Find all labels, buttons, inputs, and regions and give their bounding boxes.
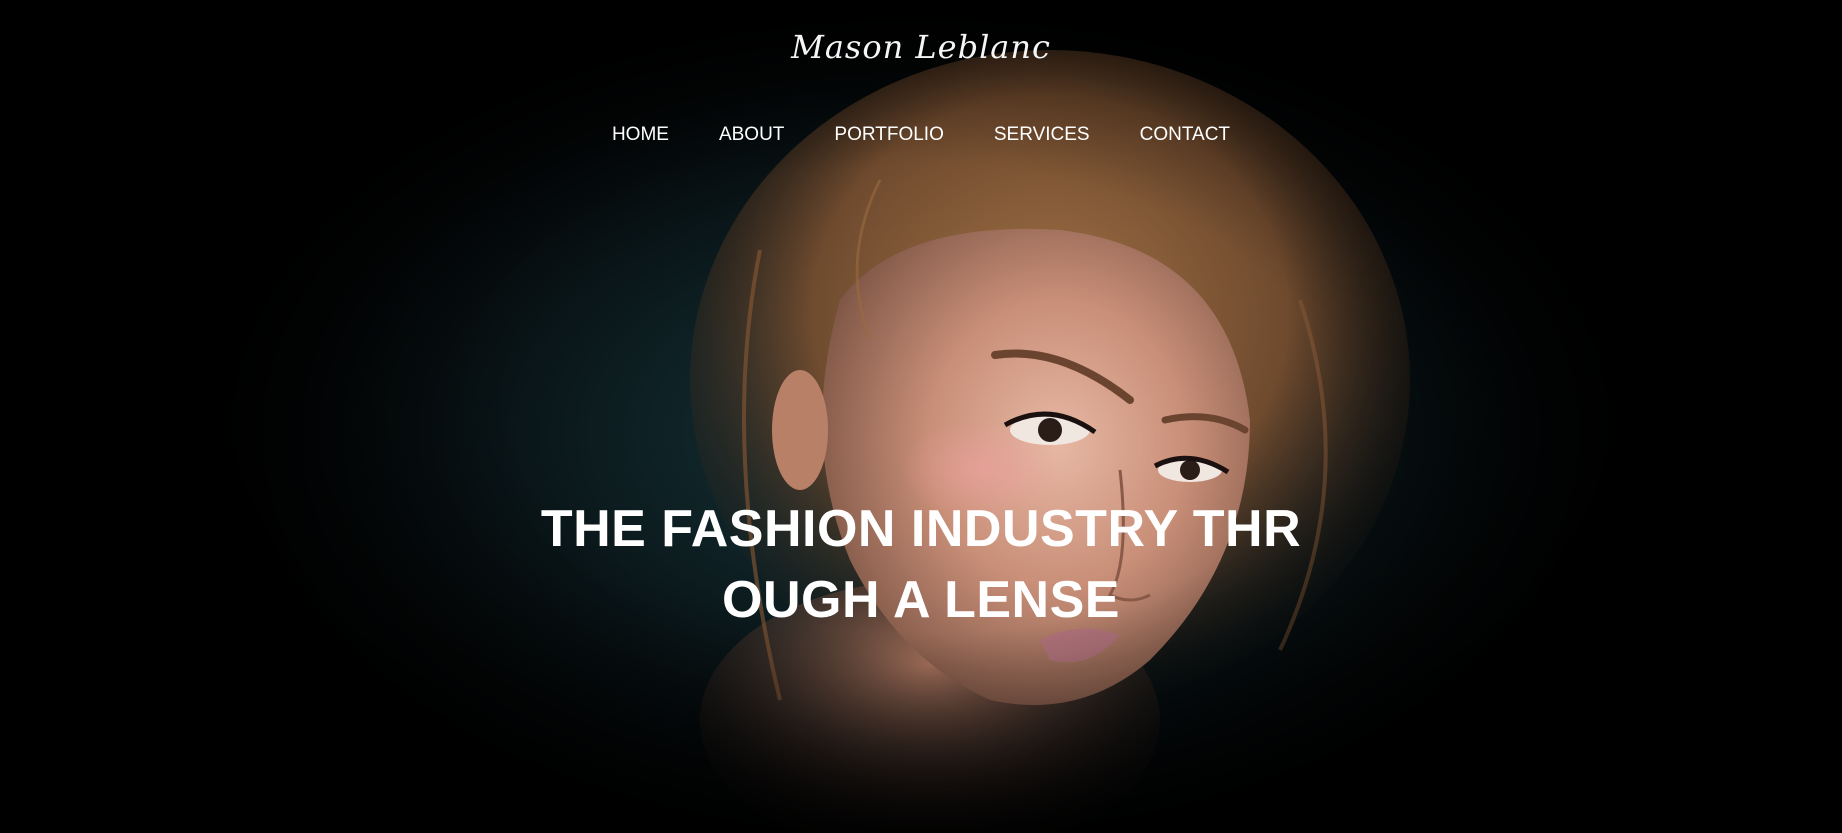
nav-item-home[interactable]: HOME — [612, 124, 669, 146]
nav-item-portfolio[interactable]: PORTFOLIO — [834, 124, 943, 146]
nav-item-about[interactable]: ABOUT — [719, 124, 784, 146]
brand-name: Mason Leblanc — [791, 28, 1051, 66]
nav-item-contact[interactable]: CONTACT — [1140, 124, 1230, 146]
brand-logo[interactable]: Mason Leblanc — [0, 28, 1842, 66]
nav-item-services[interactable]: SERVICES — [994, 124, 1090, 146]
hero-section: Mason Leblanc HOME ABOUT PORTFOLIO SERVI… — [0, 0, 1842, 833]
hero-headline: THE FASHION INDUSTRY THROUGH A LENSE — [540, 500, 1302, 629]
hero-headline-container: THE FASHION INDUSTRY THROUGH A LENSE — [0, 494, 1842, 636]
main-navigation: HOME ABOUT PORTFOLIO SERVICES CONTACT — [0, 124, 1842, 146]
